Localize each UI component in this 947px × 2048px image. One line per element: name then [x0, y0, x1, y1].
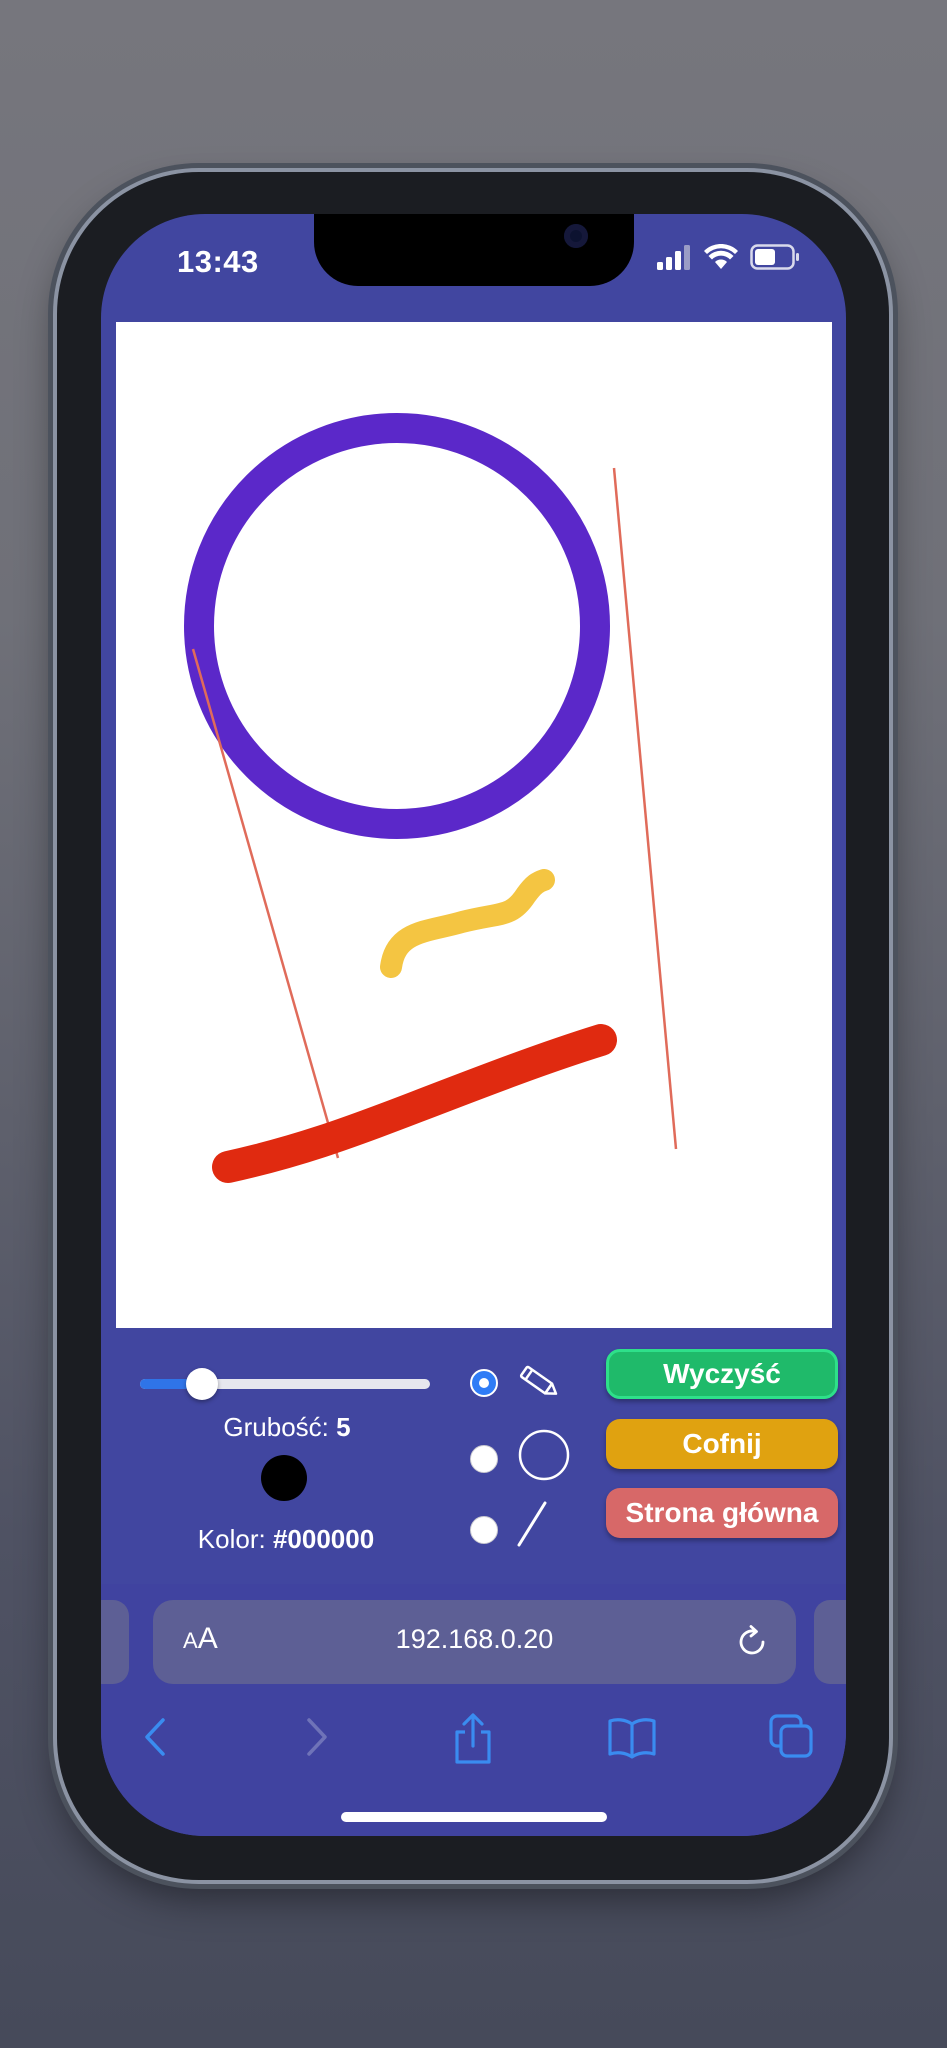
color-value: #000000 [272, 1524, 375, 1554]
wifi-icon [704, 244, 738, 269]
drawing-canvas[interactable] [116, 322, 832, 1328]
undo-button[interactable]: Cofnij [606, 1419, 838, 1469]
signal-icon [657, 245, 690, 270]
tabs-icon[interactable] [767, 1712, 815, 1762]
home-indicator [341, 1812, 607, 1822]
thickness-value: 5 [336, 1412, 351, 1442]
forward-icon[interactable] [301, 1712, 331, 1762]
color-label-text: Kolor: [197, 1524, 266, 1554]
home-page-button[interactable]: Strona główna [606, 1488, 838, 1538]
tool-radio-line[interactable] [470, 1516, 498, 1544]
back-icon[interactable] [141, 1712, 171, 1762]
status-time: 13:43 [177, 244, 259, 279]
drawn-line-left [191, 648, 340, 1159]
previous-tab-peek[interactable] [101, 1600, 129, 1684]
color-label: Kolor: #000000 [141, 1524, 431, 1555]
bookmarks-icon[interactable] [607, 1712, 657, 1762]
thickness-slider[interactable] [140, 1368, 430, 1400]
browser-toolbar: AA 192.168.0.20 [101, 1584, 846, 1836]
thickness-slider-thumb[interactable] [186, 1368, 219, 1400]
clear-button[interactable]: Wyczyść [606, 1349, 838, 1399]
url-text[interactable]: 192.168.0.20 [153, 1624, 796, 1655]
browser-nav-bar [101, 1712, 846, 1772]
mute-switch [49, 512, 57, 576]
tool-radio-circle[interactable] [470, 1445, 498, 1473]
address-bar[interactable]: AA 192.168.0.20 [153, 1600, 796, 1684]
reload-icon[interactable] [734, 1624, 770, 1660]
power-button [890, 678, 898, 888]
tool-radio-pencil[interactable] [470, 1369, 498, 1397]
front-camera [564, 224, 588, 248]
notch [314, 214, 634, 286]
thickness-label: Grubość: 5 [161, 1412, 413, 1443]
status-icons [656, 244, 800, 270]
pencil-icon[interactable] [517, 1363, 561, 1403]
color-swatch[interactable] [261, 1455, 307, 1501]
thickness-label-text: Grubość: [223, 1412, 329, 1442]
drawn-line-right [612, 467, 678, 1150]
share-icon[interactable] [451, 1712, 495, 1766]
controls-panel: Grubość: 5 Kolor: #000000 Wyczyść Cofnij… [101, 1328, 846, 1578]
battery-icon [750, 244, 799, 270]
line-icon[interactable] [515, 1500, 549, 1548]
drawn-thick-stroke [212, 1024, 617, 1183]
volume-down-button [49, 794, 57, 926]
phone-screen: 13:43 Grubość: 5 Kolor: #000000 Wyczyść … [101, 214, 846, 1836]
drawn-circle [184, 413, 610, 839]
volume-up-button [49, 634, 57, 766]
circle-icon[interactable] [517, 1428, 571, 1482]
next-tab-peek[interactable] [814, 1600, 846, 1684]
drawn-wavy-stroke [380, 869, 555, 978]
